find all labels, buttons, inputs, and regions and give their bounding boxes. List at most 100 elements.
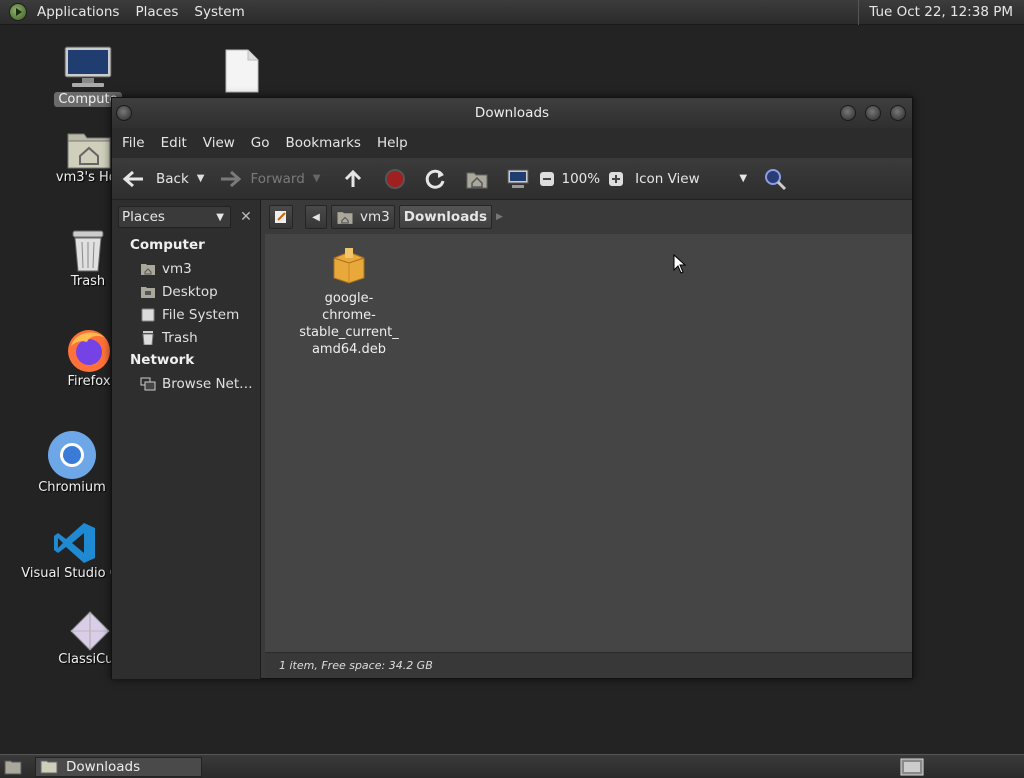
bottom-panel: Downloads xyxy=(0,754,1024,778)
file-manager-window: Downloads File Edit View Go Bookmarks He… xyxy=(111,97,913,679)
home-icon[interactable] xyxy=(466,169,488,189)
file-name-line: amd64.deb xyxy=(311,342,387,357)
maximize-button[interactable] xyxy=(865,105,881,121)
search-icon[interactable] xyxy=(763,167,787,191)
menu-view[interactable]: View xyxy=(195,135,243,151)
sidebar-item-vm3[interactable]: vm3 xyxy=(112,257,260,280)
trash-icon xyxy=(72,230,104,272)
file-name-line: google-chrome- xyxy=(322,291,376,323)
window-titlebar[interactable]: Downloads xyxy=(112,98,912,128)
reload-icon[interactable] xyxy=(425,168,447,190)
desktop-icon-trash[interactable]: Trash xyxy=(62,228,114,289)
back-dropdown-icon[interactable]: ▼ xyxy=(197,173,205,184)
path-segment-vm3[interactable]: vm3 xyxy=(331,205,395,229)
chevron-down-icon: ▼ xyxy=(739,173,748,184)
close-sidebar-icon[interactable]: ✕ xyxy=(235,206,257,228)
desktop-icon-document[interactable] xyxy=(222,48,262,98)
sidebar-group-computer: Computer xyxy=(130,237,205,253)
distro-logo-icon[interactable] xyxy=(9,3,27,21)
drive-icon xyxy=(141,308,155,321)
system-menu[interactable]: System xyxy=(186,4,252,20)
chromium-icon xyxy=(48,431,96,479)
path-segment-label: vm3 xyxy=(360,209,390,225)
sidebar-item-label: Trash xyxy=(162,329,198,346)
places-combo-label: Places xyxy=(122,209,165,225)
taskbar-item-label: Downloads xyxy=(66,759,141,775)
menubar: File Edit View Go Bookmarks Help xyxy=(112,128,912,158)
sidebar-item-file-system[interactable]: File System xyxy=(112,303,260,326)
desktop-folder-icon xyxy=(141,286,155,298)
classicube-icon xyxy=(70,611,110,651)
file-name: google-chrome- stable_current_ amd64.deb xyxy=(299,290,399,358)
places-header: Places ▼ ✕ xyxy=(112,200,260,234)
clock[interactable]: Tue Oct 22, 12:38 PM xyxy=(858,0,1024,25)
taskbar-item-downloads[interactable]: Downloads xyxy=(35,757,202,777)
zoom-out-icon[interactable] xyxy=(539,171,555,187)
forward-dropdown-icon[interactable]: ▼ xyxy=(313,173,321,184)
chevron-down-icon: ▼ xyxy=(216,211,224,223)
view-mode-select[interactable]: Icon View ▼ xyxy=(635,171,747,187)
zoom-in-icon[interactable] xyxy=(608,171,624,187)
edit-location-icon xyxy=(275,211,286,223)
desktop-icon-label: Trash xyxy=(70,274,106,289)
toolbar: Back ▼ Forward ▼ 100% Icon View ▼ xyxy=(112,158,912,200)
back-button[interactable]: Back ▼ xyxy=(122,169,204,189)
back-arrow-icon xyxy=(122,170,143,187)
sidebar-item-label: Browse Net… xyxy=(162,375,253,392)
desktop-icon-firefox[interactable]: Firefox xyxy=(60,326,118,389)
computer-icon xyxy=(64,46,112,87)
status-bar: 1 item, Free space: 34.2 GB xyxy=(265,652,912,678)
sidebar-item-desktop[interactable]: Desktop xyxy=(112,280,260,303)
sidebar-item-label: Desktop xyxy=(162,283,218,300)
places-combo[interactable]: Places ▼ xyxy=(118,206,231,228)
network-icon xyxy=(140,377,156,390)
computer-icon[interactable] xyxy=(506,168,530,190)
back-label: Back xyxy=(156,170,189,187)
show-desktop-icon[interactable] xyxy=(4,759,22,775)
home-folder-icon xyxy=(141,263,155,275)
forward-button[interactable]: Forward ▼ xyxy=(218,169,320,189)
package-icon xyxy=(333,248,365,284)
location-entry-toggle[interactable] xyxy=(269,205,293,229)
stop-icon[interactable] xyxy=(384,168,406,190)
desktop-icon-chromium[interactable]: Chromium xyxy=(38,430,106,495)
places-menu[interactable]: Places xyxy=(127,4,186,20)
mouse-cursor-icon xyxy=(673,254,687,274)
desktop-icon-label: Firefox xyxy=(67,374,111,389)
up-arrow-icon[interactable] xyxy=(342,168,364,190)
path-scroll-left-icon[interactable]: ◀ xyxy=(305,205,327,229)
trash-icon xyxy=(142,330,154,345)
path-segment-label: Downloads xyxy=(403,209,488,225)
home-folder-icon xyxy=(337,211,353,224)
sidebar-item-label: File System xyxy=(162,306,240,323)
close-button[interactable] xyxy=(890,105,906,121)
sidebar-item-label: vm3 xyxy=(162,260,192,277)
sidebar-item-trash[interactable]: Trash xyxy=(112,326,260,349)
sidebar: Places ▼ ✕ Computer vm3 Desktop File Sys… xyxy=(112,200,261,679)
applications-menu[interactable]: Applications xyxy=(29,4,127,20)
file-name-line: stable_current_ xyxy=(299,325,399,340)
zoom-level[interactable]: 100% xyxy=(561,171,600,187)
sidebar-item-browse-network[interactable]: Browse Net… xyxy=(112,372,260,395)
pathbar: ◀ vm3 Downloads ▶ xyxy=(265,200,912,234)
view-mode-label: Icon View xyxy=(635,170,700,187)
menu-go[interactable]: Go xyxy=(243,135,278,151)
file-view[interactable]: google-chrome- stable_current_ amd64.deb xyxy=(265,234,912,652)
forward-label: Forward xyxy=(250,170,305,187)
window-menu-button[interactable] xyxy=(116,105,132,121)
document-icon xyxy=(225,49,259,93)
path-scroll-right-icon[interactable]: ▶ xyxy=(496,212,503,222)
window-title: Downloads xyxy=(474,105,550,121)
forward-arrow-icon xyxy=(221,170,242,187)
menu-file[interactable]: File xyxy=(114,135,153,151)
home-folder-icon xyxy=(67,133,111,169)
file-item[interactable]: google-chrome- stable_current_ amd64.deb xyxy=(299,246,399,358)
menu-edit[interactable]: Edit xyxy=(153,135,195,151)
workspace-switcher-icon[interactable] xyxy=(900,758,924,776)
desktop-icon-label: Chromium xyxy=(38,480,106,495)
sidebar-group-network: Network xyxy=(130,352,195,368)
menu-help[interactable]: Help xyxy=(369,135,416,151)
path-segment-downloads[interactable]: Downloads xyxy=(398,205,493,229)
menu-bookmarks[interactable]: Bookmarks xyxy=(278,135,369,151)
minimize-button[interactable] xyxy=(840,105,856,121)
